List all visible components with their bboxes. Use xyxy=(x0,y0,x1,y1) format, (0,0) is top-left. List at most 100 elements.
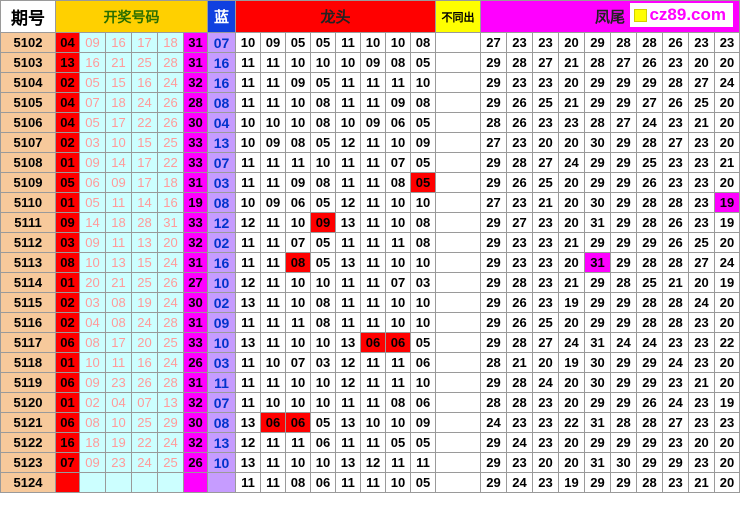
dragon-head-cell: 05 xyxy=(310,132,336,153)
red-ball-cell xyxy=(131,472,158,493)
phoenix-tail-cell: 20 xyxy=(558,372,585,393)
dragon-head-cell: 10 xyxy=(285,212,311,233)
red-ball-cell: 01 xyxy=(55,192,80,213)
phoenix-tail-cell: 20 xyxy=(714,452,740,473)
blue-ball-cell: 13 xyxy=(207,132,236,153)
dragon-head-cell: 11 xyxy=(335,32,361,53)
red-ball-cell: 24 xyxy=(157,292,184,313)
phoenix-tail-cell: 24 xyxy=(714,252,740,273)
phoenix-tail-cell: 29 xyxy=(610,212,637,233)
red-ball-cell: 09 xyxy=(79,152,106,173)
dragon-head-cell: 05 xyxy=(410,152,436,173)
phoenix-tail-cell: 24 xyxy=(662,352,689,373)
phoenix-tail-cell: 20 xyxy=(714,172,740,193)
phoenix-tail-cell: 29 xyxy=(480,92,507,113)
phoenix-tail-cell: 24 xyxy=(714,72,740,93)
phoenix-tail-cell: 19 xyxy=(558,472,585,493)
table-row: 5108 01 09 14 17 22 33 07 11 11 11 10 11 11 07 05 29 28 27… xyxy=(0,152,740,173)
not-same-cell xyxy=(435,352,481,373)
period-cell: 5122 xyxy=(0,432,56,453)
red-ball-cell: 06 xyxy=(55,332,80,353)
phoenix-tail-cell: 29 xyxy=(610,472,637,493)
dragon-head-cell: 08 xyxy=(410,32,436,53)
phoenix-tail-cell: 23 xyxy=(662,52,689,73)
dragon-head-cell: 05 xyxy=(385,432,411,453)
red-ball-cell: 31 xyxy=(183,172,208,193)
dragon-head-cell: 10 xyxy=(285,292,311,313)
phoenix-tail-cell: 28 xyxy=(636,212,663,233)
phoenix-tail-cell: 24 xyxy=(480,412,507,433)
red-ball-cell: 16 xyxy=(131,352,158,373)
dragon-head-cell: 11 xyxy=(235,232,261,253)
not-same-cell xyxy=(435,192,481,213)
phoenix-tail-cell: 23 xyxy=(532,212,559,233)
blue-ball-cell: 08 xyxy=(207,92,236,113)
red-ball-cell: 24 xyxy=(157,432,184,453)
table-row: 5110 01 05 11 14 16 19 08 10 09 06 05 12 11 10 10 27 23 21… xyxy=(0,192,740,213)
period-cell: 5109 xyxy=(0,172,56,193)
blue-ball-cell: 07 xyxy=(207,152,236,173)
red-ball-cell: 18 xyxy=(157,172,184,193)
dragon-head-cell: 10 xyxy=(360,412,386,433)
phoenix-tail-cell: 23 xyxy=(532,432,559,453)
dragon-head-cell: 05 xyxy=(310,192,336,213)
not-same-cell xyxy=(435,172,481,193)
phoenix-tail-cell: 25 xyxy=(688,92,715,113)
dragon-head-cell: 07 xyxy=(385,152,411,173)
phoenix-tail-cell: 23 xyxy=(662,432,689,453)
table-row: 5113 08 10 13 15 24 31 16 11 11 08 05 13 11 10 10 29 23 23… xyxy=(0,252,740,273)
phoenix-tail-cell: 20 xyxy=(558,392,585,413)
phoenix-tail-cell: 23 xyxy=(506,232,533,253)
phoenix-tail-cell: 26 xyxy=(506,172,533,193)
red-ball-cell: 16 xyxy=(131,72,158,93)
red-ball-cell: 17 xyxy=(131,172,158,193)
red-ball-cell: 02 xyxy=(55,292,80,313)
red-ball-cell: 08 xyxy=(105,312,132,333)
not-same-cell xyxy=(435,112,481,133)
phoenix-tail-cell: 29 xyxy=(610,352,637,373)
phoenix-tail-cell: 23 xyxy=(662,112,689,133)
red-ball-cell: 19 xyxy=(131,292,158,313)
red-ball-cell: 16 xyxy=(55,432,80,453)
phoenix-tail-cell: 29 xyxy=(610,92,637,113)
dragon-head-cell: 10 xyxy=(410,252,436,273)
dragon-head-cell: 10 xyxy=(410,312,436,333)
header-phoenix-tail: 凤尾 cz89.com xyxy=(480,0,740,33)
period-cell: 5121 xyxy=(0,412,56,433)
blue-ball-cell: 16 xyxy=(207,72,236,93)
dragon-head-cell: 11 xyxy=(260,212,286,233)
phoenix-tail-cell: 23 xyxy=(688,392,715,413)
red-ball-cell: 08 xyxy=(55,252,80,273)
phoenix-tail-cell: 23 xyxy=(506,412,533,433)
phoenix-tail-cell: 27 xyxy=(662,132,689,153)
phoenix-tail-cell: 28 xyxy=(506,52,533,73)
period-cell: 5114 xyxy=(0,272,56,293)
phoenix-tail-cell: 24 xyxy=(662,392,689,413)
period-cell: 5113 xyxy=(0,252,56,273)
period-cell: 5118 xyxy=(0,352,56,373)
dragon-head-cell: 09 xyxy=(410,412,436,433)
red-ball-cell: 15 xyxy=(105,72,132,93)
phoenix-tail-cell: 26 xyxy=(636,52,663,73)
red-ball-cell: 16 xyxy=(105,32,132,53)
phoenix-tail-cell: 29 xyxy=(610,432,637,453)
red-ball-cell: 01 xyxy=(55,152,80,173)
red-ball-cell: 18 xyxy=(79,432,106,453)
red-ball-cell: 14 xyxy=(105,152,132,173)
dragon-head-cell: 10 xyxy=(410,372,436,393)
phoenix-tail-cell: 29 xyxy=(610,372,637,393)
phoenix-tail-cell: 23 xyxy=(506,132,533,153)
site-logo[interactable]: cz89.com xyxy=(630,3,733,27)
dragon-head-cell: 10 xyxy=(285,52,311,73)
dragon-head-cell: 11 xyxy=(285,312,311,333)
red-ball-cell: 07 xyxy=(55,452,80,473)
table-row: 5105 04 07 18 24 26 28 08 11 11 10 08 11 11 09 08 29 26 25… xyxy=(0,92,740,113)
dragon-head-cell: 11 xyxy=(260,252,286,273)
red-ball-cell: 17 xyxy=(131,152,158,173)
phoenix-tail-cell: 29 xyxy=(480,272,507,293)
phoenix-tail-cell: 29 xyxy=(584,312,611,333)
dragon-head-cell: 11 xyxy=(385,372,411,393)
red-ball-cell: 04 xyxy=(55,32,80,53)
dragon-head-cell: 05 xyxy=(410,472,436,493)
red-ball-cell: 24 xyxy=(157,72,184,93)
